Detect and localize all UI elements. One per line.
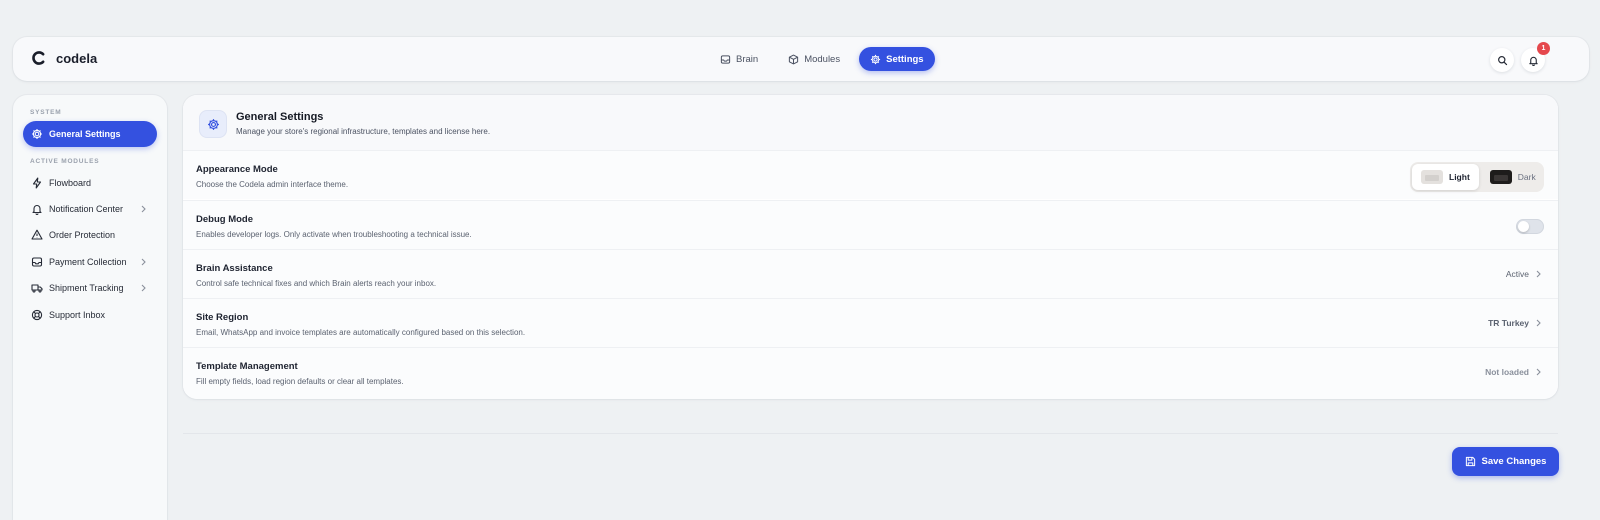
sidebar: SYSTEM General Settings ACTIVE MODULES F…: [13, 95, 167, 520]
sidebar-item-label: Order Protection: [49, 230, 116, 240]
gear-icon: [870, 54, 881, 65]
sidebar-item-general-settings[interactable]: General Settings: [23, 121, 157, 147]
theme-dark-label: Dark: [1517, 172, 1536, 182]
settings-card: General Settings Manage your store's reg…: [183, 95, 1558, 399]
nav-brain-label: Brain: [736, 53, 759, 65]
theme-dark-option[interactable]: Dark: [1481, 164, 1545, 190]
sidebar-item-label: Flowboard: [49, 178, 92, 188]
lifebuoy-icon: [31, 309, 43, 321]
setting-description: Control safe technical fixes and which B…: [196, 279, 437, 288]
setting-title: Site Region: [196, 312, 249, 323]
brain-assistance-value[interactable]: Active: [1506, 269, 1542, 279]
setting-description: Enables developer logs. Only activate wh…: [196, 230, 472, 239]
save-button-label: Save Changes: [1481, 456, 1547, 467]
setting-title: Template Management: [196, 361, 298, 372]
setting-row-site-region: Site Region Email, WhatsApp and invoice …: [183, 298, 1558, 347]
inbox-icon: [720, 54, 731, 65]
codela-logo-icon: [31, 50, 47, 66]
search-icon: [1497, 55, 1508, 66]
bell-icon: [1528, 55, 1539, 66]
setting-value: TR Turkey: [1488, 318, 1529, 328]
inbox-icon: [31, 256, 43, 268]
setting-description: Email, WhatsApp and invoice templates ar…: [196, 328, 526, 337]
main-nav: Brain Modules Settings: [709, 47, 935, 71]
nav-modules-label: Modules: [804, 53, 841, 65]
sidebar-item-label: General Settings: [49, 129, 121, 139]
sidebar-item-flowboard[interactable]: Flowboard: [23, 170, 157, 196]
sidebar-item-label: Support Inbox: [49, 310, 106, 320]
template-management-value[interactable]: Not loaded: [1485, 367, 1542, 377]
setting-row-template-management: Template Management Fill empty fields, l…: [183, 347, 1558, 399]
setting-value: Active: [1505, 269, 1529, 279]
debug-mode-toggle[interactable]: [1516, 219, 1544, 234]
chevron-right-icon: [140, 258, 147, 266]
gear-icon: [31, 128, 43, 140]
box-icon: [788, 54, 799, 65]
sidebar-item-notification-center[interactable]: Notification Center: [23, 196, 157, 222]
theme-light-label: Light: [1449, 172, 1470, 182]
bolt-icon: [31, 177, 43, 189]
setting-row-appearance: Appearance Mode Choose the Codela admin …: [183, 150, 1558, 199]
nav-modules[interactable]: Modules: [777, 47, 851, 71]
light-theme-swatch: [1421, 170, 1443, 184]
bell-icon: [31, 203, 43, 215]
notification-badge: 1: [1537, 42, 1550, 55]
sidebar-section-system: SYSTEM: [30, 109, 62, 116]
chevron-right-icon: [140, 284, 147, 292]
sidebar-item-payment-collection[interactable]: Payment Collection: [23, 249, 157, 275]
sidebar-item-support-inbox[interactable]: Support Inbox: [23, 302, 157, 328]
nav-settings[interactable]: Settings: [859, 47, 935, 71]
sidebar-item-label: Shipment Tracking: [49, 283, 124, 293]
warning-icon: [31, 229, 43, 241]
nav-brain[interactable]: Brain: [709, 47, 769, 71]
truck-icon: [31, 282, 43, 294]
app-name: codela: [56, 50, 98, 66]
sidebar-item-shipment-tracking[interactable]: Shipment Tracking: [23, 275, 157, 301]
setting-title: Appearance Mode: [196, 164, 278, 175]
sidebar-item-order-protection[interactable]: Order Protection: [23, 222, 157, 248]
sidebar-item-label: Payment Collection: [49, 257, 127, 267]
footer-divider: [183, 433, 1558, 434]
chevron-right-icon: [1535, 368, 1542, 376]
setting-description: Fill empty fields, load region defaults …: [196, 377, 404, 386]
chevron-right-icon: [1535, 270, 1542, 278]
logo[interactable]: codela: [31, 50, 97, 66]
site-region-value[interactable]: TR Turkey: [1488, 318, 1542, 328]
setting-row-brain-assistance: Brain Assistance Control safe technical …: [183, 249, 1558, 298]
toggle-knob: [1518, 221, 1529, 232]
notifications-button[interactable]: 1: [1521, 42, 1550, 72]
nav-settings-label: Settings: [886, 53, 924, 65]
setting-value: Not loaded: [1485, 367, 1529, 377]
search-button[interactable]: [1490, 48, 1514, 72]
gear-icon: [199, 110, 227, 138]
setting-title: Brain Assistance: [196, 263, 273, 274]
theme-light-option[interactable]: Light: [1412, 164, 1479, 190]
sidebar-section-active-modules: ACTIVE MODULES: [30, 158, 100, 165]
setting-description: Choose the Codela admin interface theme.: [196, 180, 349, 189]
setting-title: Debug Mode: [196, 214, 253, 225]
page-title: General Settings: [236, 111, 324, 123]
setting-row-debug: Debug Mode Enables developer logs. Only …: [183, 200, 1558, 249]
chevron-right-icon: [140, 205, 147, 213]
save-icon: [1465, 456, 1476, 467]
dark-theme-swatch: [1489, 170, 1512, 184]
page-header: General Settings Manage your store's reg…: [183, 95, 1558, 150]
save-changes-button[interactable]: Save Changes: [1452, 447, 1559, 476]
chevron-right-icon: [1535, 319, 1542, 327]
theme-toggle: Light Dark: [1410, 162, 1544, 192]
page-subtitle: Manage your store's regional infrastruct…: [236, 127, 491, 136]
sidebar-item-label: Notification Center: [49, 204, 124, 214]
top-bar: codela Brain Modules Settings 1: [13, 37, 1589, 81]
